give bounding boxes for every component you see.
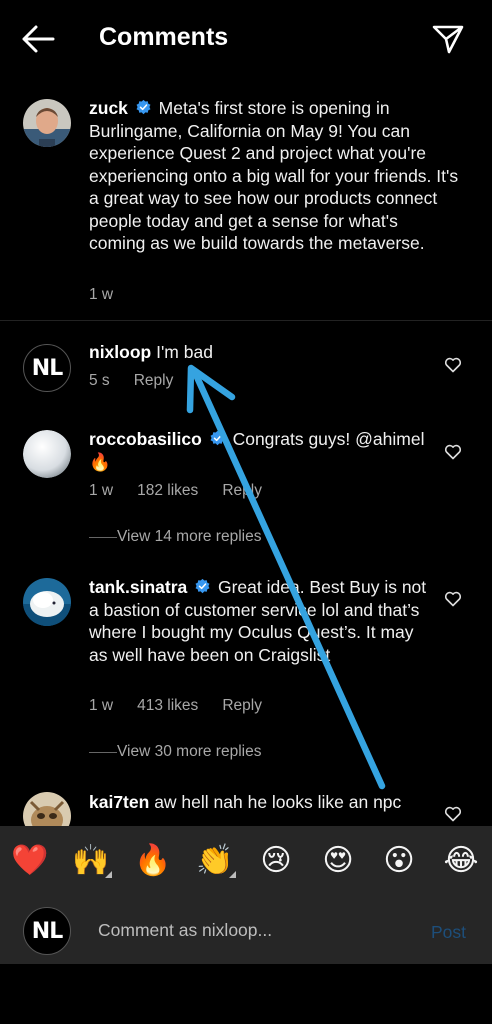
verified-badge-icon [195, 578, 210, 594]
comment-body: I'm bad [156, 342, 213, 362]
caption-text: zuck Meta's first store is opening in Bu… [89, 97, 459, 255]
comment-text: kai7ten aw hell nah he looks like an npc [89, 791, 434, 814]
comment-body: aw hell nah he looks like an npc [154, 792, 402, 812]
share-button[interactable] [430, 22, 466, 56]
username[interactable]: zuck [89, 98, 128, 118]
heart-icon [444, 591, 462, 607]
avatar-zuck[interactable] [23, 99, 71, 147]
verified-badge-icon [210, 430, 225, 446]
like-button[interactable] [444, 591, 462, 607]
comment-meta: 1 w 413 likes Reply [89, 697, 262, 715]
timestamp: 1 w [89, 286, 114, 303]
reply-button[interactable]: Reply [222, 697, 262, 715]
emoji-laughing-button[interactable]: 😂 [442, 842, 480, 880]
view-replies-button[interactable]: View 30 more replies [89, 743, 262, 761]
emoji-crying-button[interactable]: 😢 [257, 842, 295, 880]
emoji-heart-eyes-button[interactable]: 😍 [319, 842, 357, 880]
like-button[interactable] [444, 444, 462, 460]
replies-divider [89, 752, 117, 753]
emoji-fire-button[interactable]: 🔥 [134, 842, 172, 880]
skin-tone-indicator [105, 871, 112, 878]
like-button[interactable] [444, 806, 462, 822]
timestamp: 1 w [89, 697, 114, 714]
timestamp: 1 w [89, 482, 114, 499]
emoji-heart-button[interactable]: ❤️ [11, 842, 49, 880]
username[interactable]: tank.sinatra [89, 577, 187, 597]
avatar-nixloop[interactable]: NL [23, 344, 71, 392]
comment-text: tank.sinatra Great idea. Best Buy is not… [89, 576, 429, 666]
view-replies-label: View 30 more replies [117, 743, 262, 760]
emoji-reaction-bar: ❤️ 🙌 🔥 👏 😢 😍 😮 😂 [0, 826, 492, 900]
comment-input[interactable] [98, 920, 408, 941]
reply-button[interactable]: Reply [134, 372, 174, 390]
comment-text: nixloop I'm bad [89, 341, 429, 364]
username[interactable]: roccobasilico [89, 429, 202, 449]
avatar-roccobasilico[interactable] [23, 430, 71, 478]
view-replies-label: View 14 more replies [117, 528, 262, 545]
comment-composer: NL Post [0, 900, 492, 964]
avatar-initials: NL [31, 355, 63, 381]
replies-divider [89, 537, 117, 538]
comment-text: roccobasilico Congrats guys! @ahimel 🔥 [89, 428, 429, 473]
back-button[interactable] [18, 22, 58, 56]
comment-meta: 1 w 182 likes Reply [89, 482, 262, 500]
composer-avatar: NL [23, 907, 71, 955]
caption-meta: 1 w [89, 286, 113, 304]
avatar-initials: NL [31, 918, 63, 944]
like-count[interactable]: 182 likes [137, 482, 198, 500]
heart-icon [444, 357, 462, 373]
comment-meta: 5 s Reply [89, 372, 173, 390]
view-replies-button[interactable]: View 14 more replies [89, 528, 262, 546]
header: Comments [0, 0, 492, 78]
verified-badge-icon [136, 99, 151, 115]
username[interactable]: kai7ten [89, 792, 149, 812]
emoji-raised-hands-button[interactable]: 🙌 [72, 842, 112, 880]
emoji-surprised-button[interactable]: 😮 [380, 842, 418, 880]
post-button[interactable]: Post [431, 922, 466, 943]
heart-icon [444, 806, 462, 822]
avatar-tank-sinatra[interactable] [23, 578, 71, 626]
arrow-left-icon [22, 25, 55, 53]
emoji-clap-button[interactable]: 👏 [196, 842, 236, 880]
paper-plane-icon [432, 25, 464, 54]
username[interactable]: nixloop [89, 342, 151, 362]
timestamp: 5 s [89, 372, 110, 389]
caption-body: Meta's first store is opening in Burling… [89, 98, 459, 253]
page-title: Comments [99, 23, 229, 51]
like-button[interactable] [444, 357, 462, 373]
heart-icon [444, 444, 462, 460]
skin-tone-indicator [229, 871, 236, 878]
like-count[interactable]: 413 likes [137, 697, 198, 715]
reply-button[interactable]: Reply [222, 482, 262, 500]
divider [0, 320, 492, 321]
